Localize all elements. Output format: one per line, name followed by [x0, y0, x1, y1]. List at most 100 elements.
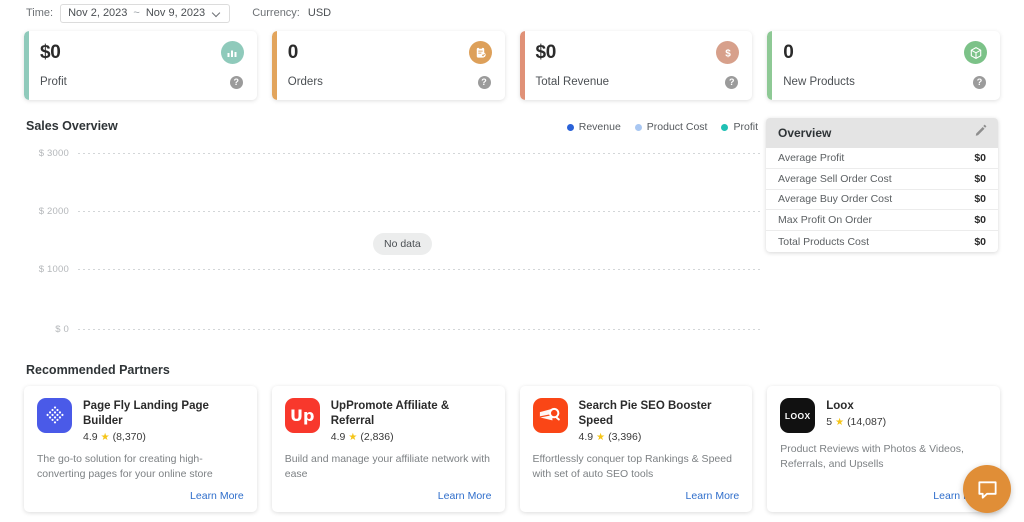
stat-card-orders[interactable]: 0 Orders ?: [271, 31, 505, 100]
star-icon: ★: [596, 431, 606, 443]
loox-wordmark-icon: LOOX: [780, 398, 816, 433]
partner-description: The go-to solution for creating high-con…: [37, 453, 213, 480]
stat-value: $0: [40, 42, 61, 63]
rating-value: 5: [826, 416, 833, 428]
learn-more-link[interactable]: Learn More: [190, 490, 244, 502]
overview-panel: Overview Average Profit $0 Average Sell …: [766, 118, 998, 252]
gridline: [78, 152, 760, 154]
gridline: [78, 328, 760, 330]
searchpie-magnifier-icon: [532, 398, 568, 433]
stat-card-profit[interactable]: $0 Profit ?: [24, 31, 257, 100]
partner-description: Effortlessly conquer top Rankings & Spee…: [532, 453, 732, 480]
accent-bar: [767, 31, 773, 100]
review-count: (2,836): [360, 431, 394, 443]
legend-dot-icon: [721, 123, 729, 131]
stat-label: New Products: [783, 76, 855, 88]
y-axis-tick: $ 3000: [38, 147, 69, 159]
partner-card-searchpie[interactable]: Search Pie SEO Booster Speed 4.9 ★ (3,39…: [519, 386, 753, 512]
partner-description: Build and manage your affiliate network …: [284, 453, 491, 480]
legend-label: Profit: [733, 121, 758, 133]
review-count: (8,370): [112, 431, 146, 443]
date-range-separator: ~: [133, 7, 140, 19]
overview-row-label: Average Sell Order Cost: [778, 172, 892, 185]
partner-card-header: Search Pie SEO Booster Speed 4.9 ★ (3,39…: [532, 398, 740, 443]
date-range-picker[interactable]: Nov 2, 2023 ~ Nov 9, 2023: [60, 3, 231, 23]
gridline-2000: $ 2000: [24, 205, 760, 217]
help-icon[interactable]: ?: [725, 76, 739, 89]
currency-value: USD: [307, 7, 332, 19]
partner-card-pagefly[interactable]: Page Fly Landing Page Builder 4.9 ★ (8,3…: [24, 386, 257, 512]
filter-toolbar: Time: Nov 2, 2023 ~ Nov 9, 2023 Currency…: [0, 0, 1024, 26]
pencil-icon[interactable]: [974, 124, 987, 142]
y-axis-tick: $ 2000: [38, 205, 69, 217]
time-label: Time:: [26, 7, 54, 19]
legend-dot-icon: [634, 123, 642, 131]
partner-card-header: LOOX Loox 5 ★ (14,087): [780, 398, 987, 433]
package-box-icon: [964, 41, 987, 64]
stat-label: Orders: [287, 76, 323, 88]
partner-name: Search Pie SEO Booster Speed: [578, 400, 712, 427]
uppromote-logo-text: Up: [284, 398, 320, 433]
legend-label: Product Cost: [646, 121, 708, 133]
overview-row-label: Average Profit: [778, 151, 845, 164]
overview-row-value: $0: [974, 151, 986, 164]
partner-rating: 5 ★ (14,087): [826, 416, 886, 428]
rating-value: 4.9: [578, 431, 594, 443]
stat-label: Total Revenue: [535, 76, 610, 88]
y-axis-tick: $ 1000: [38, 263, 69, 275]
overview-row: Average Sell Order Cost $0: [766, 169, 998, 190]
partner-card-uppromote[interactable]: Up UpPromote Affiliate & Referral 4.9 ★ …: [271, 386, 505, 512]
partner-rating: 4.9 ★ (8,370): [83, 431, 244, 443]
partner-meta: Page Fly Landing Page Builder 4.9 ★ (8,3…: [83, 398, 244, 443]
sales-overview-title: Sales Overview: [26, 119, 118, 133]
loox-logo-text: LOOX: [780, 398, 816, 433]
date-range-end: Nov 9, 2023: [145, 7, 206, 19]
stat-card-total-revenue[interactable]: $0 Total Revenue $ ?: [519, 31, 753, 100]
svg-text:$: $: [725, 48, 731, 59]
partner-name: Loox: [826, 400, 854, 412]
overview-row: Total Products Cost $0: [766, 231, 998, 252]
chevron-down-icon: [213, 9, 222, 18]
stat-value: 0: [287, 42, 299, 63]
overview-row: Max Profit On Order $0: [766, 210, 998, 232]
stat-card-row: $0 Profit ? 0 Orders ? $0 Total Revenue …: [24, 31, 1000, 100]
partner-meta: Search Pie SEO Booster Speed 4.9 ★ (3,39…: [579, 398, 740, 443]
legend-label: Revenue: [578, 121, 621, 133]
star-icon: ★: [348, 431, 358, 443]
partner-meta: UpPromote Affiliate & Referral 4.9 ★ (2,…: [331, 398, 492, 443]
stat-value: $0: [535, 42, 557, 63]
chart-empty-state: No data: [373, 233, 432, 255]
legend-item-profit[interactable]: Profit: [721, 121, 758, 133]
help-icon[interactable]: ?: [229, 76, 243, 89]
legend-item-revenue[interactable]: Revenue: [566, 121, 621, 133]
review-count: (14,087): [847, 416, 887, 428]
overview-row: Average Profit $0: [766, 148, 998, 169]
date-range-start: Nov 2, 2023: [68, 7, 128, 19]
overview-row-label: Max Profit On Order: [778, 214, 872, 227]
chat-bubble-icon[interactable]: [963, 465, 1011, 513]
currency-label: Currency:: [252, 7, 300, 19]
chart-legend: Revenue Product Cost Profit: [566, 121, 758, 133]
legend-item-product-cost[interactable]: Product Cost: [634, 121, 708, 133]
y-axis-tick: $ 0: [55, 323, 69, 335]
star-icon: ★: [100, 431, 110, 443]
recommended-partners-title: Recommended Partners: [26, 363, 170, 377]
gridline-1000: $ 1000: [24, 263, 760, 275]
accent-bar: [271, 31, 277, 100]
star-icon: ★: [835, 416, 845, 428]
bar-chart-icon: [220, 41, 244, 64]
legend-dot-icon: [566, 123, 574, 131]
overview-row-value: $0: [974, 235, 986, 248]
overview-row-label: Total Products Cost: [778, 235, 870, 248]
help-icon[interactable]: ?: [477, 76, 491, 89]
learn-more-link[interactable]: Learn More: [438, 490, 492, 502]
overview-row-label: Average Buy Order Cost: [778, 193, 893, 206]
accent-bar: [24, 31, 29, 100]
partner-card-row: Page Fly Landing Page Builder 4.9 ★ (8,3…: [24, 386, 1000, 512]
overview-header: Overview: [766, 118, 998, 148]
partner-meta: Loox 5 ★ (14,087): [826, 398, 886, 433]
help-icon[interactable]: ?: [973, 76, 986, 89]
learn-more-link[interactable]: Learn More: [686, 490, 740, 502]
rating-value: 4.9: [330, 431, 346, 443]
stat-card-new-products[interactable]: 0 New Products ?: [767, 31, 1000, 100]
